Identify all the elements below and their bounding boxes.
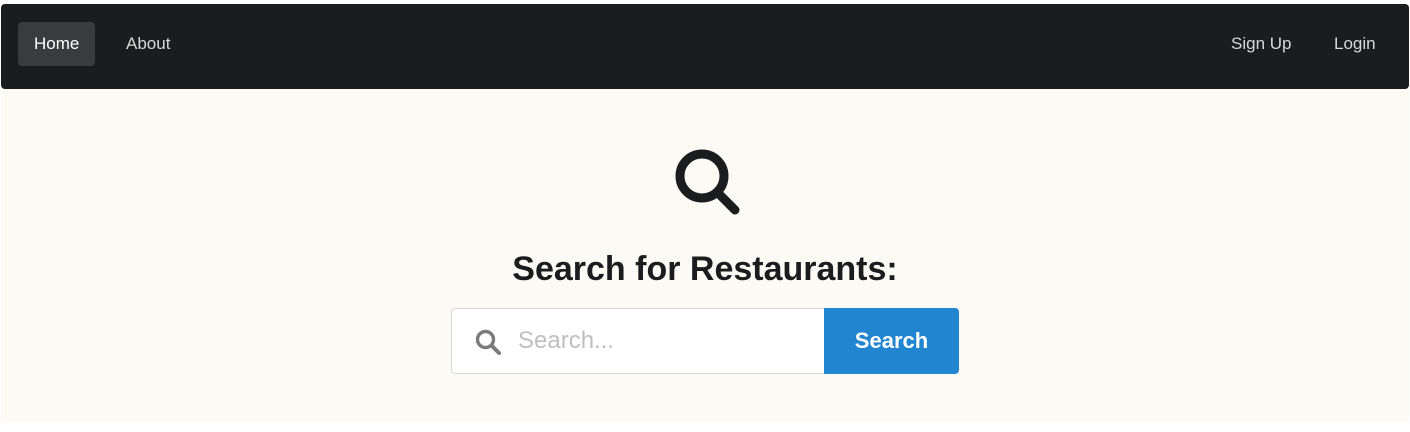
nav-home-link[interactable]: Home: [18, 22, 96, 66]
search-icon: [474, 328, 502, 356]
navbar: Home About Sign Up Login: [1, 4, 1409, 89]
search-input[interactable]: [518, 310, 818, 372]
page: Home About Sign Up Login Search for Rest…: [1, 0, 1409, 422]
search-form: Search: [451, 308, 959, 374]
page-title: Search for Restaurants:: [512, 250, 898, 288]
search-input-wrapper: [451, 308, 824, 374]
nav-signup-link[interactable]: Sign Up: [1215, 22, 1307, 66]
nav-login-link[interactable]: Login: [1318, 22, 1392, 66]
search-icon: [670, 146, 742, 218]
search-button[interactable]: Search: [824, 308, 959, 374]
nav-about-link[interactable]: About: [110, 22, 186, 66]
